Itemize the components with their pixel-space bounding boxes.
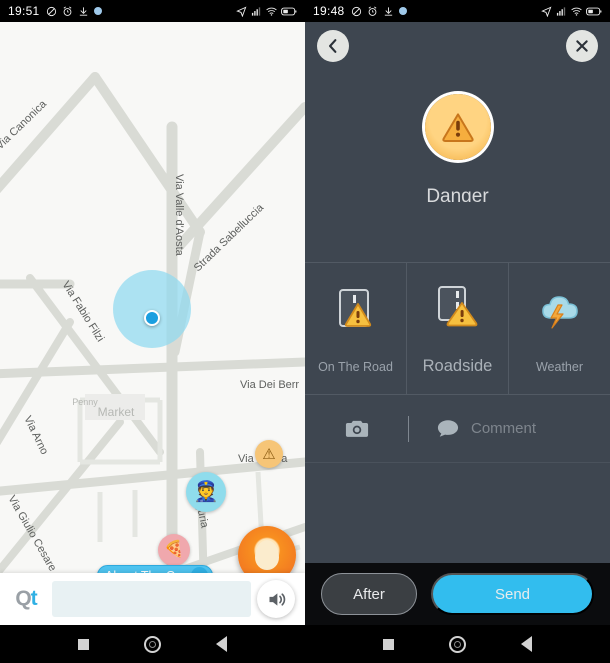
status-bar-right-icons: [236, 6, 297, 17]
app-logo: Qt: [0, 587, 52, 611]
android-nav-bar-left[interactable]: [0, 625, 305, 663]
warning-triangle-icon: [424, 94, 491, 160]
svg-text:Via Giulio Cesare: Via Giulio Cesare: [5, 494, 58, 574]
status-bar-left-icons-right: [351, 6, 407, 17]
wifi-icon: [571, 7, 582, 16]
action-bar: After Send: [305, 563, 610, 625]
circle-icon[interactable]: [448, 635, 466, 653]
svg-text:Via Dei Berr: Via Dei Berr: [240, 379, 299, 391]
dot-icon: [398, 7, 407, 15]
gps-accuracy-halo: [113, 270, 191, 348]
close-button[interactable]: [566, 30, 598, 62]
status-bar-time: 19:51: [8, 4, 40, 18]
app-logo-q: Q: [15, 587, 31, 610]
status-bar-right: 19:48: [305, 0, 610, 22]
search-bar[interactable]: Qt: [0, 573, 305, 625]
signal-icon: [251, 6, 261, 16]
category-roadside[interactable]: Roadside: [406, 263, 508, 394]
battery-icon: [586, 7, 602, 15]
police-marker-glyph: 👮: [193, 481, 219, 503]
status-bar-time-right: 19:48: [313, 4, 345, 18]
map-canvas[interactable]: Penny Market Via Canonica Strada Sabellu…: [0, 22, 305, 625]
police-marker[interactable]: 👮: [186, 472, 226, 512]
svg-text:Via Valle d'Aosta: Via Valle d'Aosta: [173, 174, 185, 257]
svg-text:Via Fabio Filzi: Via Fabio Filzi: [59, 279, 106, 344]
svg-text:Strada Sabelluccia: Strada Sabelluccia: [192, 201, 267, 274]
status-bar-right-icons-right: [541, 6, 602, 17]
back-button[interactable]: [317, 30, 349, 62]
camera-button[interactable]: [305, 419, 408, 439]
svg-text:Via Canonica: Via Canonica: [0, 98, 50, 153]
comment-placeholder: Comment: [471, 420, 537, 437]
after-button[interactable]: After: [321, 573, 417, 615]
category-label-roadside: Roadside: [422, 357, 493, 375]
status-bar-left: 19:51: [0, 0, 305, 22]
chevron-left-icon: [329, 39, 337, 53]
category-label-weather: Weather: [535, 359, 583, 374]
square-icon[interactable]: [77, 638, 89, 650]
camera-icon: [345, 420, 368, 437]
report-hero: Danger: [305, 70, 610, 262]
status-bar-left-icons: [46, 6, 102, 17]
wifi-icon: [266, 7, 277, 16]
triangle-back-icon[interactable]: [521, 636, 533, 652]
road-warning-icon: [336, 280, 376, 342]
dual-screenshot: 19:51 Penny Market Via Canonica Strada S…: [0, 0, 610, 663]
report-title: Danger: [426, 186, 489, 202]
square-icon[interactable]: [382, 638, 394, 650]
send-button[interactable]: Send: [431, 573, 594, 615]
svg-text:Via Arno: Via Arno: [21, 414, 50, 456]
category-tiles: On The Road Roadside Weather: [305, 262, 610, 395]
download-icon: [79, 6, 87, 16]
dot-icon: [93, 7, 102, 15]
triangle-back-icon[interactable]: [216, 636, 228, 652]
food-marker[interactable]: 🍕: [158, 534, 190, 566]
alarm-icon: [368, 6, 376, 16]
mute-icon: [351, 6, 361, 16]
gps-location-dot: [144, 310, 160, 326]
location-icon: [541, 6, 552, 17]
download-icon: [384, 6, 392, 16]
signal-icon: [556, 6, 566, 16]
hazard-marker[interactable]: ⚠: [255, 440, 283, 468]
report-fab-inner: [255, 540, 279, 570]
roadside-warning-icon: [436, 277, 480, 339]
location-icon: [236, 6, 247, 17]
right-screen-report: 19:48 Danger On The Road Roadside Weathe…: [305, 0, 610, 663]
left-screen-map: 19:51 Penny Market Via Canonica Strada S…: [0, 0, 305, 663]
hazard-marker-glyph: ⚠: [262, 446, 276, 463]
close-icon: [576, 40, 588, 52]
volume-icon[interactable]: [257, 580, 295, 618]
battery-icon: [281, 7, 297, 15]
circle-icon[interactable]: [143, 635, 161, 653]
attachment-row: Comment: [305, 395, 610, 463]
category-on-the-road[interactable]: On The Road: [305, 263, 406, 394]
comment-field[interactable]: Comment: [409, 419, 610, 438]
mute-icon: [46, 6, 56, 16]
alarm-icon: [63, 6, 71, 16]
search-input[interactable]: [52, 581, 251, 617]
category-label-on-the-road: On The Road: [318, 359, 393, 374]
storm-cloud-icon: [538, 280, 582, 342]
food-marker-glyph: 🍕: [164, 541, 184, 558]
report-panel: Danger On The Road Roadside Weather Comm…: [305, 22, 610, 625]
comment-bubble-icon: [437, 420, 459, 437]
panel-header: [305, 22, 610, 70]
app-logo-accent: t: [30, 587, 38, 610]
android-nav-bar-right[interactable]: [305, 625, 610, 663]
category-weather[interactable]: Weather: [508, 263, 610, 394]
